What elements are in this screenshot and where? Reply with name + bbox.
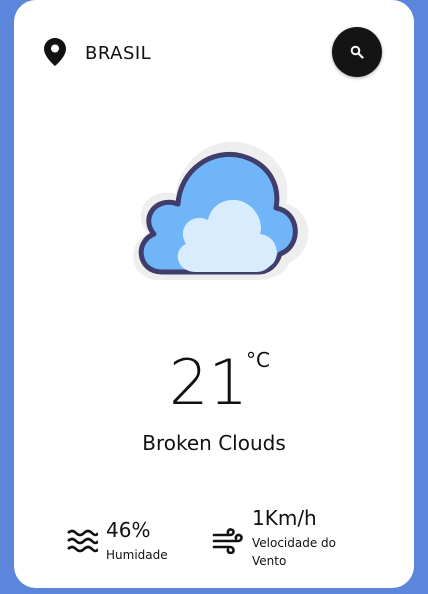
humidity-value: 46% [106, 518, 151, 542]
broken-clouds-icon [133, 141, 309, 280]
wind-label: Velocidade do Vento [252, 536, 337, 568]
temperature-unit: °C [246, 348, 270, 372]
humidity-label: Humidade [106, 548, 168, 562]
map-pin-icon [44, 38, 66, 66]
wind-icon [212, 528, 243, 554]
temperature-value: 21 [169, 346, 248, 419]
search-button[interactable] [332, 27, 382, 77]
wind-value: 1Km/h [252, 506, 317, 530]
wind-stat: 1Km/h Velocidade do Vento [212, 506, 372, 582]
weather-card: BRASIL 21 °C Broken Clouds 46% Humidade [14, 0, 414, 588]
location-name: BRASIL [85, 43, 152, 64]
humidity-waves-icon [67, 529, 98, 553]
humidity-stat: 46% Humidade [66, 512, 206, 572]
header: BRASIL [44, 25, 384, 81]
weather-description: Broken Clouds [142, 431, 286, 455]
search-icon [350, 45, 364, 59]
